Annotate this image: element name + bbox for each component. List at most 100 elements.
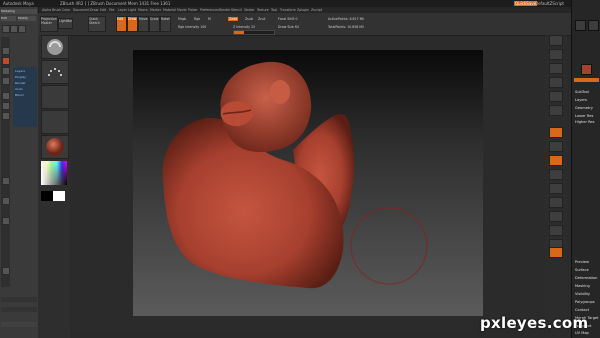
maya-timeline[interactable] [1,297,37,302]
menu-brush[interactable]: Brush [52,8,61,12]
menu-file[interactable]: File [109,8,114,12]
channel-blend[interactable]: Blend [15,93,24,97]
subtool-menu[interactable]: SubTool [575,90,589,94]
lsym-button[interactable] [549,169,563,180]
zoom-button[interactable] [549,77,563,88]
menu-transform[interactable]: Transform [280,8,296,12]
maya-menu-modeling[interactable]: Modeling [1,9,37,14]
primary-color-swatch[interactable] [41,191,53,201]
layout-uv-icon[interactable] [2,217,10,225]
menu-layer[interactable]: Layer [118,8,127,12]
move-view-button[interactable] [549,211,563,222]
maya-channel-box[interactable]: Layers Display Render Anim Blend [13,67,37,127]
menu-picker[interactable]: Picker [188,8,198,12]
active-subtool-thumb[interactable] [581,64,592,75]
menu-edit[interactable]: Edit [100,8,106,12]
lower-res-button[interactable]: Lower Res [575,114,593,118]
z-intensity-slider[interactable] [233,30,275,35]
aahalf-button[interactable] [549,105,563,116]
alpha-slot[interactable] [41,85,69,109]
tool-thumb-2[interactable] [588,20,599,31]
menu-color[interactable]: Color [62,8,70,12]
lasso-icon[interactable] [2,47,10,55]
layers-menu[interactable]: Layers [575,98,587,102]
persp-button[interactable] [549,127,563,138]
mrgb-toggle[interactable]: Mrgb [178,17,186,21]
masking-menu[interactable]: Masking [575,284,590,288]
paint-icon[interactable] [2,57,10,65]
zsub-toggle[interactable]: Zsub [245,17,253,21]
render-tab[interactable] [574,78,599,82]
channel-layers[interactable]: Layers [15,69,25,73]
secondary-color-swatch[interactable] [53,191,65,201]
spix-button[interactable] [549,49,563,60]
maya-command-line[interactable] [1,322,37,327]
rotate-button[interactable]: Rotate [160,16,171,32]
move-tool-icon[interactable] [10,25,18,33]
rgb-toggle[interactable]: Rgb [194,17,200,21]
geometry-menu[interactable]: Geometry [575,106,593,110]
maya-menu-modify[interactable]: Modify [18,16,36,21]
contact-menu[interactable]: Contact [575,308,589,312]
menu-material[interactable]: Material [163,8,176,12]
brush-slot[interactable] [41,35,69,59]
menu-render[interactable]: Render [219,8,230,12]
layout-single-icon[interactable] [2,92,10,100]
actual-button[interactable] [549,91,563,102]
scale-icon[interactable] [2,67,10,75]
menu-macro[interactable]: Macro [138,8,148,12]
menu-texture[interactable]: Texture [257,8,269,12]
channel-display[interactable]: Display [15,75,26,79]
texture-slot[interactable] [41,110,69,134]
local-button[interactable] [549,155,563,166]
bpr-button[interactable] [549,35,563,46]
preview-menu[interactable]: Preview [575,260,589,264]
menu-document[interactable]: Document [73,8,90,12]
stroke-slot[interactable] [41,60,69,84]
polygroups-menu[interactable]: Polygroups [575,300,595,304]
document-canvas[interactable] [133,50,483,316]
material-slot[interactable] [41,135,69,159]
draw-button[interactable]: Draw [127,16,138,32]
xyz-button[interactable] [549,183,563,194]
menu-zplugin[interactable]: Zplugin [297,8,309,12]
move-button[interactable]: Move [138,16,149,32]
floor-button[interactable] [549,141,563,152]
menu-movie[interactable]: Movie [177,8,186,12]
menu-preferences[interactable]: Preferences [200,8,219,12]
manipulator-icon[interactable] [2,77,10,85]
layout-graph-icon[interactable] [2,177,10,185]
polyf-button[interactable] [549,247,563,258]
channel-render[interactable]: Render [15,81,26,85]
menu-stencil[interactable]: Stencil [231,8,242,12]
frame-button[interactable] [549,197,563,208]
menu-draw[interactable]: Draw [90,8,98,12]
projection-master-button[interactable]: Projection Master [40,16,58,32]
deformation-menu[interactable]: Deformation [575,276,597,280]
lightbox-button[interactable]: LightBox [58,18,73,29]
channel-anim[interactable]: Anim [15,87,23,91]
tool-thumb[interactable] [575,20,586,31]
maya-menu-edit[interactable]: Edit [1,16,16,21]
edit-button[interactable]: Edit [116,16,127,32]
scale-button[interactable]: Scale [149,16,160,32]
menu-light[interactable]: Light [128,8,136,12]
rotate-tool-icon[interactable] [18,25,26,33]
layout-outliner-icon[interactable] [2,112,10,120]
menu-zscript[interactable]: Zscript [311,8,322,12]
menu-alpha[interactable]: Alpha [42,8,51,12]
layout-hypershade-icon[interactable] [2,197,10,205]
menu-tool[interactable]: Tool [271,8,277,12]
visibility-menu[interactable]: Visibility [575,292,590,296]
m-toggle[interactable]: M [208,17,211,21]
menu-stroke[interactable]: Stroke [244,8,254,12]
menu-marker[interactable]: Marker [150,8,161,12]
zcut-toggle[interactable]: Zcut [258,17,265,21]
scale-view-button[interactable] [549,225,563,236]
higher-res-button[interactable]: Higher Res [575,120,595,124]
color-picker[interactable] [41,161,67,185]
quicksave-button[interactable]: QuickSave [514,1,538,6]
surface-menu[interactable]: Surface [575,268,589,272]
layout-render-icon[interactable] [2,267,10,275]
layout-four-icon[interactable] [2,102,10,110]
